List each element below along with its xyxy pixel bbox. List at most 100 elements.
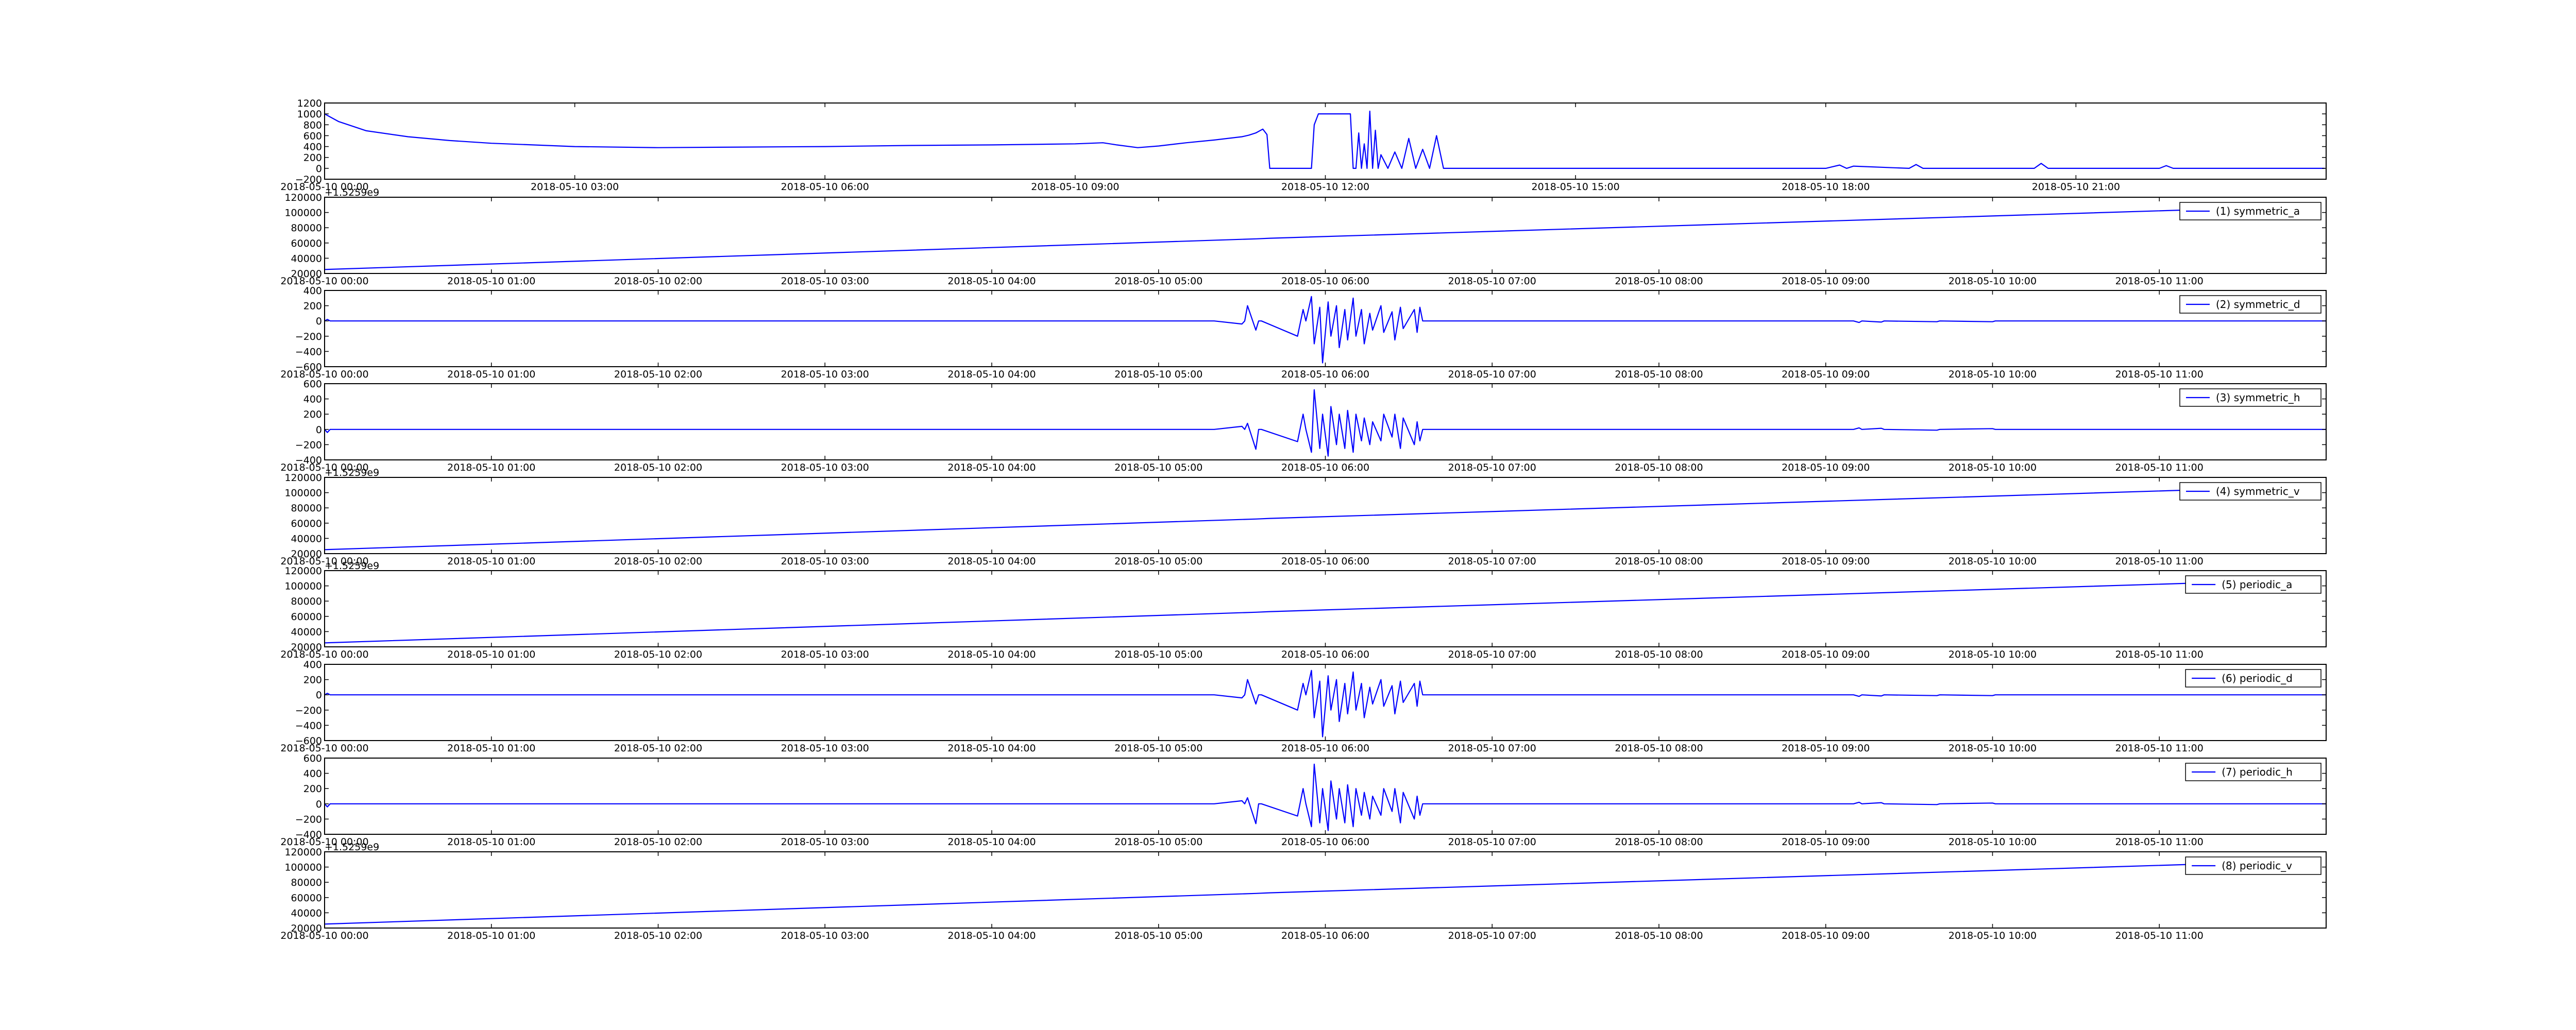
- x-tick-label: 2018-05-10 06:00: [1281, 836, 1369, 848]
- x-tick-label: 2018-05-10 18:00: [1782, 181, 1870, 193]
- y-tick-label: 400: [303, 142, 322, 153]
- x-tick-label: 2018-05-10 10:00: [1948, 276, 2037, 287]
- y-tick-label: 200: [303, 152, 322, 164]
- legend-label: (3) symmetric_h: [2216, 391, 2300, 404]
- x-tick-label: 2018-05-10 02:00: [614, 369, 702, 380]
- x-tick-label: 2018-05-10 11:00: [2115, 462, 2204, 473]
- y-tick-label: −200: [295, 331, 322, 342]
- series-line-7-1: [324, 670, 2326, 737]
- x-tick-label: 2018-05-10 00:00: [280, 743, 368, 754]
- x-tick-label: 2018-05-10 05:00: [1114, 462, 1202, 473]
- y-tick-label: 40000: [291, 907, 322, 919]
- y-tick-label: 100000: [284, 488, 322, 499]
- x-tick-label: 2018-05-10 09:00: [1782, 836, 1870, 848]
- x-tick-label: 2018-05-10 01:00: [447, 930, 535, 941]
- axes-frame: [324, 383, 2327, 460]
- subplot-6: 200004000060000800001000001200002018-05-…: [280, 560, 2327, 660]
- x-tick-label: 2018-05-10 01:00: [447, 369, 535, 380]
- y-tick-label: 200: [303, 409, 322, 420]
- x-tick-label: 2018-05-10 09:00: [1782, 649, 1870, 660]
- x-tick-label: 2018-05-10 02:00: [614, 556, 702, 567]
- y-tick-label: 120000: [284, 472, 322, 484]
- axes-frame: [324, 758, 2327, 835]
- x-tick-label: 2018-05-10 02:00: [614, 276, 702, 287]
- x-tick-label: 2018-05-10 10:00: [1948, 462, 2037, 473]
- legend: (7) periodic_h: [2185, 763, 2321, 781]
- x-tick-label: 2018-05-10 04:00: [947, 836, 1036, 848]
- y-tick-label: 0: [316, 424, 322, 436]
- x-tick-label: 2018-05-10 04:00: [947, 743, 1036, 754]
- subplot-8: −400−20002004006002018-05-10 00:00 2018-0…: [280, 753, 2327, 848]
- y-tick-label: −200: [295, 814, 322, 825]
- x-tick-label: 2018-05-10 01:00: [447, 649, 535, 660]
- y-offset-text: +1.5259e9: [325, 187, 379, 198]
- y-tick-label: 80000: [291, 877, 322, 888]
- x-tick-label: 2018-05-10 03:00: [781, 649, 869, 660]
- legend-label: (5) periodic_a: [2222, 578, 2292, 591]
- x-tick-label: 2018-05-10 03:00: [531, 181, 619, 193]
- x-tick-label: 2018-05-10 02:00: [614, 649, 702, 660]
- series-line-5-1: [324, 485, 2321, 551]
- x-tick-label: 2018-05-10 06:00: [1281, 930, 1369, 941]
- series-line-1-1: [324, 110, 2325, 169]
- x-tick-label: 2018-05-10 09:00: [1782, 743, 1870, 754]
- x-tick-label: 2018-05-10 09:00: [1782, 462, 1870, 473]
- x-tick-label: 2018-05-10 08:00: [1615, 556, 1703, 567]
- y-tick-label: 400: [303, 659, 322, 671]
- y-tick-label: 120000: [284, 847, 322, 858]
- y-tick-label: 40000: [291, 533, 322, 544]
- x-tick-label: 2018-05-10 01:00: [447, 276, 535, 287]
- x-tick-label: 2018-05-10 05:00: [1114, 276, 1202, 287]
- x-tick-label: 2018-05-10 11:00: [2115, 930, 2204, 941]
- y-tick-label: 0: [316, 316, 322, 327]
- y-tick-label: 0: [316, 163, 322, 175]
- y-tick-label: 40000: [291, 626, 322, 638]
- x-tick-label: 2018-05-10 07:00: [1448, 462, 1536, 473]
- x-tick-label: 2018-05-10 21:00: [2032, 181, 2120, 193]
- x-tick-label: 2018-05-10 12:00: [1281, 181, 1369, 193]
- x-tick-label: 2018-05-10 05:00: [1114, 743, 1202, 754]
- y-tick-label: 200: [303, 783, 322, 795]
- legend: (5) periodic_a: [2185, 575, 2321, 594]
- x-tick-label: 2018-05-10 09:00: [1782, 369, 1870, 380]
- x-tick-label: 2018-05-10 07:00: [1448, 649, 1536, 660]
- x-tick-label: 2018-05-10 15:00: [1532, 181, 1620, 193]
- subplot-4: −400−20002004006002018-05-10 00:00 2018-0…: [280, 379, 2327, 473]
- y-tick-label: 60000: [291, 238, 322, 249]
- x-tick-label: 2018-05-10 01:00: [447, 462, 535, 473]
- x-tick-label: 2018-05-10 10:00: [1948, 369, 2037, 380]
- y-tick-label: 600: [303, 379, 322, 390]
- x-tick-label: 2018-05-10 11:00: [2115, 556, 2204, 567]
- x-tick-label: 2018-05-10 03:00: [781, 930, 869, 941]
- y-tick-label: 400: [303, 394, 322, 405]
- series-line-9-1: [324, 860, 2321, 925]
- figure: −2000200400600800100012002018-05-10 00:0…: [0, 0, 2576, 1030]
- x-tick-label: 2018-05-10 08:00: [1615, 649, 1703, 660]
- x-tick-label: 2018-05-10 01:00: [447, 836, 535, 848]
- x-tick-label: 2018-05-10 04:00: [947, 462, 1036, 473]
- y-tick-label: 0: [316, 799, 322, 810]
- legend: (3) symmetric_h: [2179, 388, 2321, 407]
- legend-label: (6) periodic_d: [2222, 672, 2293, 684]
- y-tick-label: 120000: [284, 192, 322, 203]
- y-tick-label: 40000: [291, 253, 322, 264]
- x-tick-label: 2018-05-10 11:00: [2115, 836, 2204, 848]
- subplot-2: 200004000060000800001000001200002018-05-…: [280, 187, 2327, 287]
- x-tick-label: 2018-05-10 06:00: [1281, 556, 1369, 567]
- x-tick-label: 2018-05-10 05:00: [1114, 649, 1202, 660]
- x-tick-label: 2018-05-10 06:00: [1281, 743, 1369, 754]
- y-offset-text: +1.5259e9: [325, 467, 379, 478]
- x-tick-label: 2018-05-10 07:00: [1448, 369, 1536, 380]
- subplot-7: −600−400−20002004002018-05-10 00:00 2018-…: [280, 659, 2327, 754]
- legend: (2) symmetric_d: [2179, 295, 2321, 314]
- x-tick-label: 2018-05-10 08:00: [1615, 276, 1703, 287]
- x-tick-label: 2018-05-10 09:00: [1782, 556, 1870, 567]
- x-tick-label: 2018-05-10 08:00: [1615, 369, 1703, 380]
- y-tick-label: 600: [303, 753, 322, 764]
- x-tick-label: 2018-05-10 07:00: [1448, 276, 1536, 287]
- x-tick-label: 2018-05-10 05:00: [1114, 836, 1202, 848]
- y-tick-label: 100000: [284, 581, 322, 592]
- x-tick-label: 2018-05-10 04:00: [947, 649, 1036, 660]
- x-tick-label: 2018-05-10 10:00: [1948, 556, 2037, 567]
- x-tick-label: 2018-05-10 09:00: [1782, 276, 1870, 287]
